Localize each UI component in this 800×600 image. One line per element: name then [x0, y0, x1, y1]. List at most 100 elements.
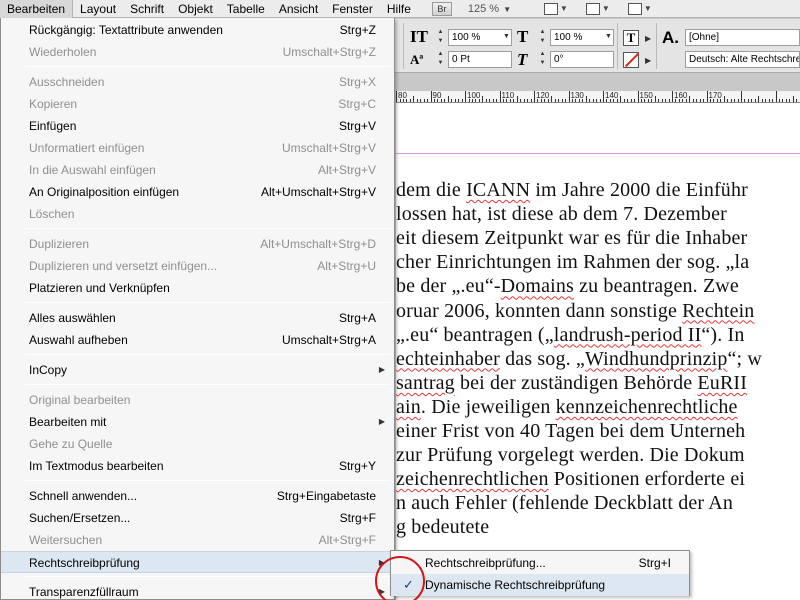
view-options-icon[interactable]: ▼	[543, 2, 570, 16]
menu-item-rechtschreibpruefung[interactable]: Rechtschreibprüfung ▶	[1, 551, 394, 573]
menu-item-loeschen[interactable]: Löschen	[1, 203, 394, 225]
menu-item-bearbeiten-mit[interactable]: Bearbeiten mit ▶	[1, 411, 394, 433]
text-line: be der „.eu“-Domains zu beantragen. Zwe	[396, 275, 739, 297]
vertical-scale-stepper[interactable]: ▲ ▼	[436, 28, 445, 46]
menu-item-alles-auswaehlen[interactable]: Alles auswählen Strg+A	[1, 307, 394, 329]
misspelled-word: Rechtein	[682, 299, 755, 322]
text-run: “). In	[701, 323, 745, 346]
menu-item-shortcut: Alt+Umschalt+Strg+D	[260, 237, 376, 251]
edit-menu: Rückgängig: Textattribute anwenden Strg+Z…	[0, 18, 395, 600]
menu-item-label: Duplizieren und versetzt einfügen...	[29, 259, 218, 273]
ruler-tick	[620, 96, 622, 102]
horizontal-ruler: 80 90 100 110 120 130 140 150 160 170	[396, 91, 800, 103]
menu-item-kopieren[interactable]: Kopieren Strg+C	[1, 93, 394, 115]
dropdown-icon: ▼	[601, 4, 610, 13]
menu-schrift[interactable]: Schrift	[123, 0, 171, 18]
submenu-item-dynamische-rechtschreibpruefung[interactable]: ✓ Dynamische Rechtschreibprüfung	[391, 574, 689, 596]
zoom-dropdown-icon[interactable]: ▼	[501, 5, 511, 14]
ruler-label: 130	[570, 91, 584, 100]
menu-item-duplizieren-und-versetzt-einfuegen[interactable]: Duplizieren und versetzt einfügen... Alt+…	[1, 255, 394, 277]
menu-item-incopy[interactable]: InCopy ▶	[1, 359, 394, 381]
control-panel-divider	[656, 23, 657, 69]
stroke-none-icon[interactable]	[623, 52, 639, 68]
skew-stepper[interactable]: ▲ ▼	[538, 50, 547, 68]
ruler-tick	[599, 99, 601, 102]
text-line: „.eu“ beantragen („landrush-period II“).…	[396, 324, 745, 346]
baseline-shift-field[interactable]: 0 Pt	[448, 51, 512, 68]
ruler-label: 110	[501, 91, 515, 100]
misspelled-word: echteinhaber	[396, 347, 500, 370]
menu-bearbeiten[interactable]: Bearbeiten	[0, 0, 74, 18]
arrange-documents-icon[interactable]: ▼	[627, 2, 654, 16]
menu-item-label: Bearbeiten mit	[29, 415, 107, 429]
language-field[interactable]: Deutsch: Alte Rechtschreib	[685, 51, 800, 68]
menu-tabelle[interactable]: Tabelle	[220, 0, 272, 18]
menu-item-rueckgaengig-textattribute-anwenden[interactable]: Rückgängig: Textattribute anwenden Strg+Z	[1, 19, 394, 41]
menu-item-shortcut: Strg+V	[338, 119, 376, 133]
menu-item-schnell-anwenden[interactable]: Schnell anwenden... Strg+Eingabetaste	[1, 485, 394, 507]
ruler-tick	[454, 99, 456, 102]
baseline-shift-stepper[interactable]: ▲ ▼	[436, 50, 445, 68]
menu-item-transparenzfuellraum[interactable]: Transparenzfüllraum ▶	[1, 581, 394, 600]
menu-item-platzieren-und-verknuepfen[interactable]: Platzieren und Verknüpfen	[1, 277, 394, 299]
submenu-item-label: Dynamische Rechtschreibprüfung	[425, 578, 606, 592]
ruler-tick	[568, 91, 570, 102]
character-style-field[interactable]: [Ohne]	[685, 29, 800, 46]
menu-item-shortcut: Strg+C	[338, 97, 376, 111]
menu-item-label: Unformatiert einfügen	[29, 141, 145, 155]
menu-item-an-originalposition-einfuegen[interactable]: An Originalposition einfügen Alt+Umschalt…	[1, 181, 394, 203]
menu-item-original-bearbeiten[interactable]: Original bearbeiten	[1, 389, 394, 411]
text-run: dem die	[396, 179, 467, 201]
menu-item-gehe-zu-quelle[interactable]: Gehe zu Quelle	[1, 433, 394, 455]
screen-mode-icon[interactable]: ▼	[585, 2, 612, 16]
horizontal-scale-dropdown-icon[interactable]: ▼	[605, 33, 612, 40]
misspelled-word: zeichenrechtlichen	[396, 468, 549, 491]
menu-ansicht[interactable]: Ansicht	[272, 0, 325, 18]
text-run: bei der zuständigen Behörde	[454, 371, 698, 394]
bridge-button[interactable]: Br	[431, 1, 452, 16]
ruler-tick	[465, 91, 466, 102]
menu-item-wiederholen[interactable]: Wiederholen Umschalt+Strg+Z	[1, 41, 394, 63]
ruler-tick	[768, 99, 770, 102]
menu-item-ausschneiden[interactable]: Ausschneiden Strg+X	[1, 71, 394, 93]
text-line: cher Einrichtungen im Rahmen der sog. „l…	[396, 251, 749, 273]
menu-item-in-die-auswahl-einfuegen[interactable]: In die Auswahl einfügen Alt+Strg+V	[1, 159, 394, 181]
misspelled-word: EuRII	[697, 371, 748, 394]
menu-item-shortcut: Strg+X	[338, 75, 376, 89]
ruler-tick	[734, 99, 736, 102]
ruler-tick	[461, 99, 463, 102]
horizontal-scale-icon: T	[517, 27, 529, 46]
submenu-item-rechtschreibpruefung[interactable]: Rechtschreibprüfung... Strg+I	[391, 552, 689, 574]
fill-menu-icon[interactable]: ▶	[645, 34, 651, 43]
submenu-item-shortcut: Strg+I	[638, 556, 671, 570]
fill-text-icon[interactable]: T	[623, 30, 639, 46]
text-line: zur Prüfung vorgelegt werden. Die Dokum	[396, 444, 745, 466]
zoom-control[interactable]: 125 % ▼	[468, 3, 528, 15]
menu-item-unformatiert-einfuegen[interactable]: Unformatiert einfügen Umschalt+Strg+V	[1, 137, 394, 159]
menu-item-duplizieren[interactable]: Duplizieren Alt+Umschalt+Strg+D	[1, 233, 394, 255]
ruler-tick	[741, 91, 742, 102]
margin-guide	[396, 153, 800, 154]
menu-item-auswahl-aufheben[interactable]: Auswahl aufheben Umschalt+Strg+A	[1, 329, 394, 351]
menu-hilfe[interactable]: Hilfe	[380, 0, 418, 18]
menu-layout[interactable]: Layout	[73, 0, 123, 18]
ruler-tick	[420, 99, 422, 102]
document-page[interactable]: dem die ICANN im Jahre 2000 die Einführ l…	[396, 103, 800, 600]
menu-item-shortcut: Strg+Eingabetaste	[276, 489, 376, 503]
stroke-menu-icon[interactable]: ▶	[645, 56, 651, 65]
menu-item-weitersuchen[interactable]: Weitersuchen Alt+Strg+F	[1, 529, 394, 551]
ruler-tick	[430, 91, 432, 102]
text-run: cher Einrichtungen im Rahmen der sog. „l…	[396, 251, 750, 274]
text-run: “; w	[727, 347, 762, 370]
vertical-scale-dropdown-icon[interactable]: ▼	[503, 33, 510, 40]
menu-item-label: Löschen	[29, 207, 75, 221]
skew-field[interactable]: 0°	[550, 51, 614, 68]
menu-objekt[interactable]: Objekt	[171, 0, 220, 18]
menu-fenster[interactable]: Fenster	[325, 0, 380, 18]
ruler-tick	[458, 99, 460, 102]
ruler-tick	[789, 99, 791, 102]
horizontal-scale-stepper[interactable]: ▲ ▼	[538, 28, 547, 46]
menu-item-suchen-ersetzen[interactable]: Suchen/Ersetzen... Strg+F	[1, 507, 394, 529]
menu-item-im-textmodus-bearbeiten[interactable]: Im Textmodus bearbeiten Strg+Y	[1, 455, 394, 477]
menu-item-einfuegen[interactable]: Einfügen Strg+V	[1, 115, 394, 137]
